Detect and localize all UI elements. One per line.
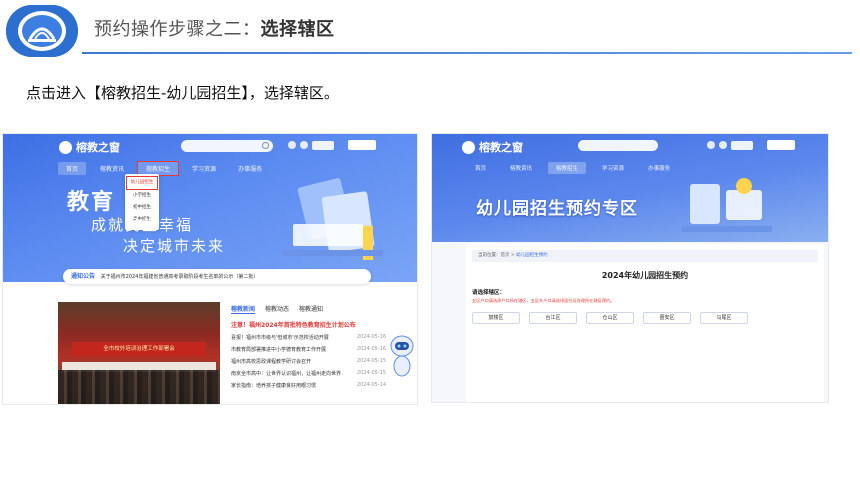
user-menu-button[interactable] — [312, 140, 334, 150]
nav-item-home[interactable]: 首页 — [467, 162, 494, 174]
main-nav: 首页 榕教资讯 榕教招生 学习资源 办事服务 — [467, 162, 686, 174]
avatar[interactable] — [719, 141, 727, 149]
school-logo — [6, 5, 78, 57]
dropdown-item-kindergarten[interactable]: 幼儿园招生 — [126, 176, 158, 190]
kindergarten-banner: 幼儿园招生预约专区 — [476, 199, 638, 219]
header-divider — [82, 52, 852, 54]
avatar[interactable] — [300, 141, 308, 149]
nav-item-resources[interactable]: 学习资源 — [594, 162, 632, 174]
hero-word: 教育 — [67, 190, 116, 215]
slide-title-prefix: 预约操作步骤之二： — [94, 19, 261, 40]
news-title: 家长指南：培养孩子健康良好用眼习惯 — [231, 383, 317, 389]
dropdown-item-primary[interactable]: 小学招生 — [125, 190, 159, 202]
news-title: 喜报！福州市市级与'但城市'示范校活动开展 — [231, 335, 329, 341]
user-area — [707, 140, 795, 150]
enrollment-card: 当前位置：首页 > 幼儿园招生预约 2024年幼儿园招生预约 请选择辖区： 五区… — [466, 244, 824, 402]
list-item[interactable]: 喜报！福州市市级与'但城市'示范校活动开展 2024-05-16 — [231, 334, 386, 341]
nav-item-home[interactable]: 首页 — [58, 162, 87, 175]
site-name: 榕教之窗 — [479, 141, 523, 154]
site-logo-icon — [59, 140, 72, 154]
main-nav: 首页 榕教资讯 榕教招生 学习资源 办事服务 — [58, 161, 276, 176]
screenshot-homepage: 榕教之窗 首页 榕教资讯 榕教招生 学习资源 办事服务 幼儿园招生 小学招生 初… — [2, 133, 418, 405]
tab-news[interactable]: 榕教新闻 — [231, 304, 256, 314]
slide-title: 预约操作步骤之二：选择辖区 — [94, 15, 335, 41]
slide: 预约操作步骤之二：选择辖区 点击进入【榕教招生-幼儿园招生】，选择辖区。 榕教之… — [0, 0, 860, 486]
district-options: 鼓楼区 台江区 仓山区 晋安区 马尾区 — [472, 312, 748, 324]
news-title: 市教育局部署推进中小学德育教育工作开展 — [231, 347, 327, 353]
nav-item-services[interactable]: 办事服务 — [640, 162, 678, 174]
list-item[interactable]: 南京全市高中：让世界认识福州，让福州走向世界 2024-05-15 — [231, 370, 386, 377]
notice-tag: 通知公告 — [71, 273, 96, 280]
notice-bar[interactable]: 通知公告 关于福州市2024年福建省普通高考录取阶段考生名单的公示（第二批） — [63, 269, 371, 284]
slide-title-bold: 选择辖区 — [260, 19, 335, 40]
nav-item-resources[interactable]: 学习资源 — [184, 162, 224, 175]
nav-item-services[interactable]: 办事服务 — [230, 162, 270, 175]
choose-district-label: 请选择辖区： — [472, 290, 506, 296]
news-date: 2024-05-15 — [356, 358, 386, 364]
hero-illustration — [283, 178, 383, 260]
screenshot-kindergarten-page: 榕教之窗 首页 榕教资讯 榕教招生 学习资源 办事服务 幼儿园招生预约专区 当前… — [431, 133, 829, 403]
card-title: 2024年幼儿园招生预约 — [601, 271, 689, 280]
news-date: 2024-05-15 — [356, 370, 386, 376]
district-button-gulou[interactable]: 鼓楼区 — [472, 312, 520, 324]
district-button-cangshan[interactable]: 仓山区 — [586, 312, 634, 324]
news-title: 南京全市高中：让世界认识福州，让福州走向世界 — [231, 371, 342, 377]
tab-notices[interactable]: 榕教通知 — [299, 304, 323, 314]
list-item[interactable]: 市教育局部署推进中小学德育教育工作开展 2024-05-16 — [231, 346, 386, 353]
list-item[interactable]: 福州市高校思政课程教学研讨会召开 2024-05-15 — [231, 358, 386, 365]
banner-illustration — [682, 178, 772, 232]
notice-text: 关于福州市2024年福建省普通高考录取阶段考生名单的公示（第二批） — [100, 274, 259, 280]
hero-slogan-1: 成就民生幸福 — [91, 216, 194, 234]
news-photo[interactable]: 全市校外培训治理工作部署会 — [58, 302, 220, 404]
list-item[interactable]: 家长指南：培养孩子健康良好用眼习惯 2024-05-14 — [231, 382, 386, 389]
kindergarten-hero: 榕教之窗 首页 榕教资讯 榕教招生 学习资源 办事服务 幼儿园招生预约专区 — [432, 134, 828, 242]
account-button[interactable] — [348, 140, 376, 150]
site-logo-icon — [462, 140, 475, 154]
nav-item-news[interactable]: 榕教资讯 — [502, 162, 540, 174]
site-name: 榕教之窗 — [76, 141, 120, 154]
photo-crowd — [58, 370, 220, 404]
user-area — [288, 140, 376, 150]
breadcrumb: 当前位置：首页 > 幼儿园招生预约 — [472, 250, 818, 262]
news-headline[interactable]: 注意！福州2024年首批特色教育招生计划公布 — [231, 320, 386, 329]
user-menu-button[interactable] — [731, 140, 753, 150]
news-title: 福州市高校思政课程教学研讨会召开 — [231, 359, 312, 365]
breadcrumb-current: 幼儿园招生预约 — [516, 253, 548, 258]
news-date: 2024-05-16 — [356, 334, 386, 340]
news-panel: 榕教新闻 榕教动态 榕教通知 注意！福州2024年首批特色教育招生计划公布 喜报… — [231, 304, 386, 404]
tab-updates[interactable]: 榕教动态 — [265, 304, 289, 314]
district-button-taijiang[interactable]: 台江区 — [529, 312, 577, 324]
search-icon[interactable] — [262, 142, 269, 149]
homepage-hero: 榕教之窗 首页 榕教资讯 榕教招生 学习资源 办事服务 幼儿园招生 小学招生 初… — [3, 134, 417, 282]
bell-icon[interactable] — [707, 141, 715, 149]
site-logo[interactable]: 榕教之窗 — [59, 139, 120, 155]
site-search-input[interactable] — [578, 140, 658, 151]
district-warning: 五区户口请选择户口所在辖区，五区外户口请选择居住证办理所在辖区预约。 — [472, 298, 615, 303]
bell-icon[interactable] — [288, 141, 296, 149]
news-date: 2024-05-14 — [356, 382, 386, 388]
site-logo[interactable]: 榕教之窗 — [462, 139, 523, 155]
news-date: 2024-05-16 — [356, 346, 386, 352]
district-button-mawei[interactable]: 马尾区 — [700, 312, 748, 324]
nav-item-enrollment[interactable]: 榕教招生 — [548, 162, 587, 174]
school-emblem-icon — [6, 5, 78, 57]
site-search-input[interactable] — [181, 140, 273, 152]
account-button[interactable] — [767, 140, 795, 150]
hero-slogan-2: 决定城市未来 — [123, 237, 226, 255]
breadcrumb-prefix[interactable]: 当前位置：首页 > — [478, 253, 515, 258]
news-tabs: 榕教新闻 榕教动态 榕教通知 — [231, 304, 386, 314]
district-button-jinan[interactable]: 晋安区 — [643, 312, 691, 324]
dropdown-item-middle[interactable]: 初中招生 — [125, 202, 159, 214]
photo-banner: 全市校外培训治理工作部署会 — [72, 342, 206, 356]
robot-assistant-icon[interactable] — [389, 334, 415, 378]
instruction-text: 点击进入【榕教招生-幼儿园招生】，选择辖区。 — [26, 84, 339, 102]
